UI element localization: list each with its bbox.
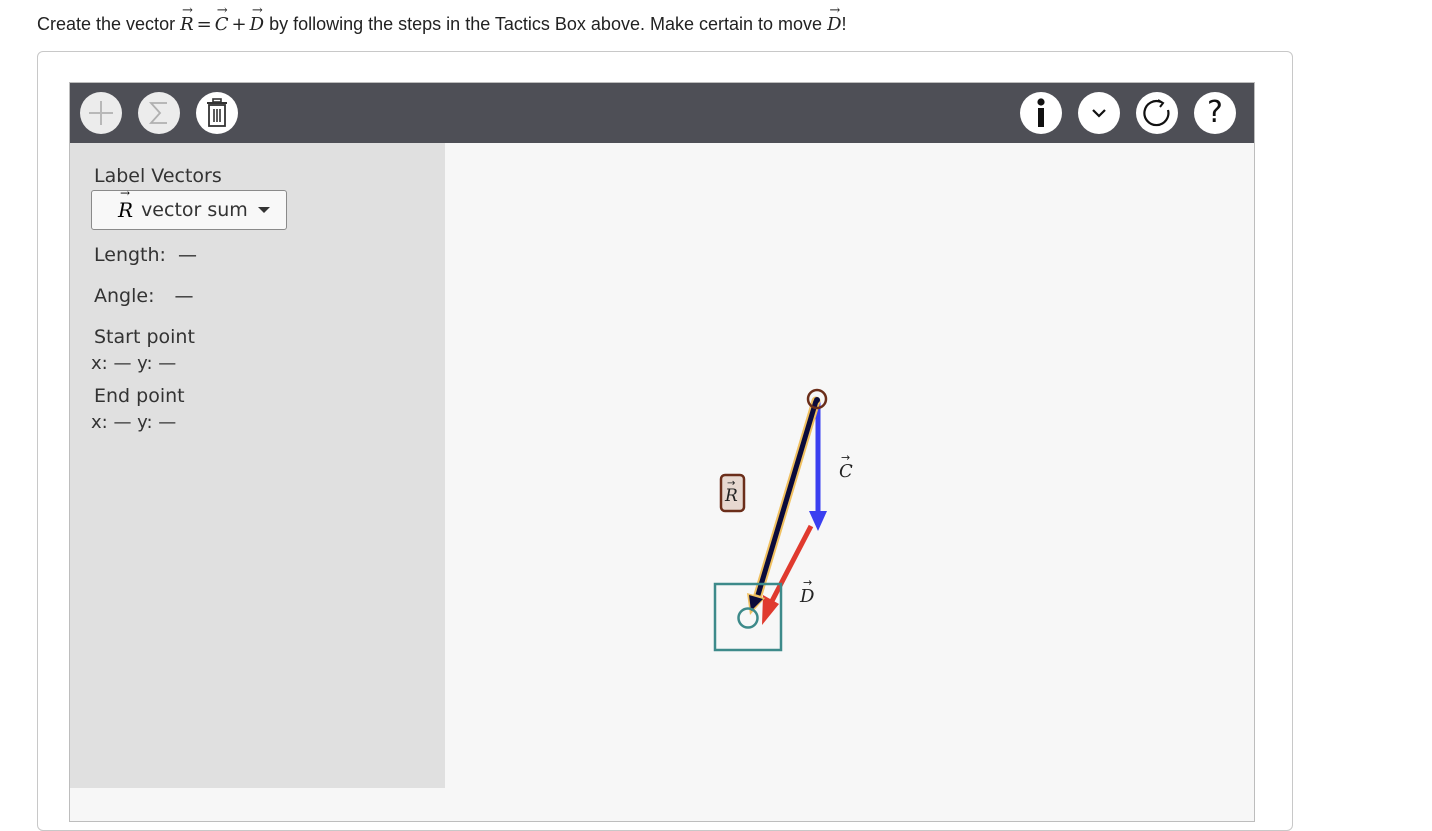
vector-sum-button[interactable]	[138, 92, 180, 134]
vector-r-label-tag[interactable]: R →	[719, 473, 746, 513]
start-point-label: Start point	[94, 326, 195, 348]
plus-sign: +	[231, 14, 247, 35]
sigma-icon	[148, 102, 167, 124]
equals-sign: =	[196, 14, 212, 35]
info-button[interactable]	[1020, 92, 1062, 134]
length-label: Length:	[94, 244, 166, 266]
dropdown-vector-symbol: R	[118, 186, 133, 222]
vector-c-label: C →	[839, 451, 853, 482]
vector-c-symbol: C	[215, 13, 229, 37]
instruction-middle: by following the steps in the Tactics Bo…	[269, 14, 823, 34]
end-point-label: End point	[94, 385, 185, 407]
help-button[interactable]: ?	[1194, 92, 1236, 134]
vector-canvas-svg: C → D → R →	[713, 388, 853, 652]
length-row: Length: —	[94, 244, 197, 266]
vector-d-symbol: D	[250, 13, 264, 37]
reset-icon	[1143, 99, 1170, 127]
vector-d-label: D →	[799, 576, 815, 607]
plus-icon	[89, 101, 113, 125]
svg-text:→: →	[727, 478, 735, 489]
dropdown-selected-value: vector sum	[141, 199, 248, 221]
angle-row: Angle: —	[94, 285, 194, 307]
options-dropdown-button[interactable]	[1078, 92, 1120, 134]
help-icon: ?	[1207, 95, 1223, 130]
delete-button[interactable]	[196, 92, 238, 134]
end-point-values: x: — y: —	[91, 412, 177, 433]
svg-text:→: →	[803, 576, 812, 589]
label-vectors-dropdown[interactable]: R vector sum	[91, 186, 287, 230]
svg-text:R: R	[724, 486, 738, 506]
label-vectors-heading: Label Vectors	[94, 165, 222, 187]
add-vector-button[interactable]	[80, 92, 122, 134]
svg-text:→: →	[841, 451, 850, 464]
instruction-prefix: Create the vector	[37, 14, 176, 34]
info-icon	[1037, 98, 1045, 127]
reset-button[interactable]	[1136, 92, 1178, 134]
vector-r-symbol: R	[180, 13, 194, 37]
angle-value: —	[174, 285, 194, 307]
toolbar: ?	[70, 83, 1254, 143]
length-value: —	[177, 244, 197, 266]
svg-text:D: D	[799, 586, 815, 607]
svg-text:C: C	[839, 461, 853, 482]
vector-d-symbol-2: D	[827, 13, 841, 37]
instruction-text: Create the vector R=C+D by following the…	[37, 12, 847, 37]
start-point-values: x: — y: —	[91, 353, 177, 374]
drawing-canvas[interactable]: C → D → R →	[445, 143, 1254, 821]
angle-label: Angle:	[94, 285, 155, 307]
sidebar-panel: Label Vectors R vector sum Length: — Ang…	[70, 143, 445, 788]
instruction-suffix: !	[841, 14, 847, 34]
caret-down-icon	[257, 207, 270, 213]
chevron-down-icon	[1092, 109, 1106, 118]
vector-drawing-tool: ? Label Vectors R vector sum Length: — A…	[69, 82, 1255, 822]
trash-icon	[207, 98, 227, 127]
